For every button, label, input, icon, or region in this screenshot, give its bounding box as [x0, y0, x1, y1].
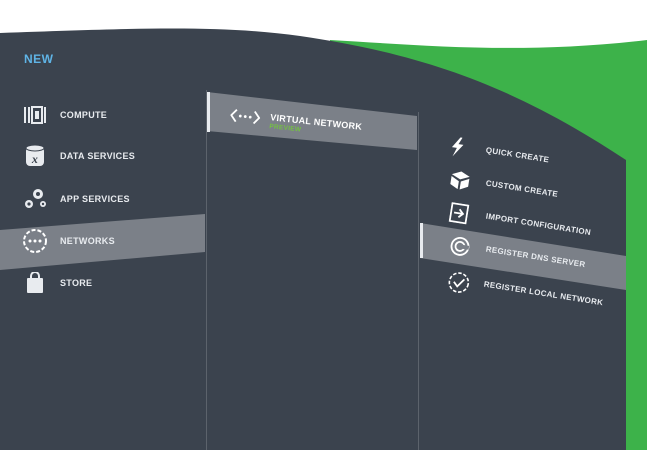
new-label: NEW — [24, 52, 54, 66]
compute-icon — [22, 102, 48, 128]
nav-item-networks[interactable]: NETWORKS — [0, 224, 205, 258]
virtual-network-icon — [229, 107, 261, 128]
nav-label: DATA SERVICES — [60, 151, 136, 161]
dns-server-icon — [448, 235, 473, 260]
import-icon — [448, 202, 473, 227]
check-circle-icon — [446, 270, 471, 295]
lightning-icon — [448, 136, 473, 161]
app-services-icon — [22, 186, 48, 212]
nav-item-data-services[interactable]: x DATA SERVICES — [0, 139, 205, 173]
nav-label: COMPUTE — [60, 110, 108, 120]
nav-label: STORE — [60, 278, 93, 288]
store-icon — [22, 270, 48, 296]
networks-icon — [22, 228, 48, 254]
cube-icon — [448, 169, 473, 194]
svg-text:x: x — [31, 152, 38, 166]
stage: NEW COMPUTE x DATA SERVICES APP SERVICES… — [0, 0, 647, 450]
nav-label: APP SERVICES — [60, 194, 130, 204]
nav-item-app-services[interactable]: APP SERVICES — [0, 182, 205, 216]
nav-label: NETWORKS — [60, 236, 115, 246]
data-services-icon: x — [22, 143, 48, 169]
nav-item-store[interactable]: STORE — [0, 266, 205, 300]
nav-item-compute[interactable]: COMPUTE — [0, 98, 205, 132]
